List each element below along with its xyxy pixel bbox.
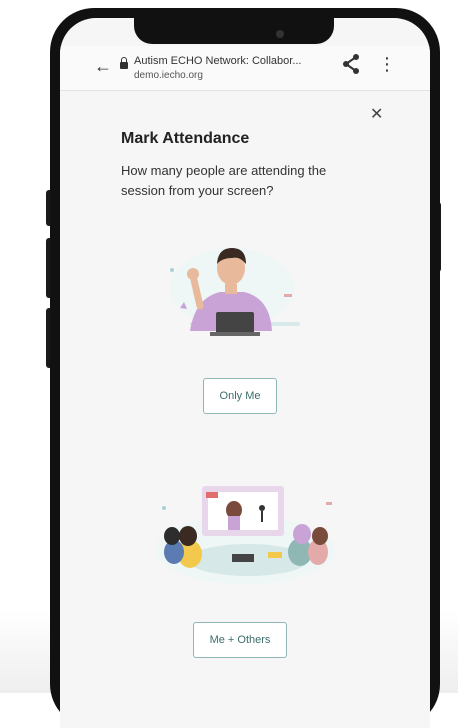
dialog-question: How many people are attending the sessio… <box>121 163 327 198</box>
single-attendee-illustration <box>170 248 300 336</box>
camera <box>276 30 284 38</box>
more-vert-icon[interactable]: ⋮ <box>378 54 396 75</box>
share-icon[interactable] <box>340 52 362 76</box>
phone-screen: ← Autism ECHO Network: Collabor... demo.… <box>60 18 430 728</box>
site-title[interactable]: Autism ECHO Network: Collabor... <box>134 55 324 67</box>
only-me-button[interactable]: Only Me <box>203 378 277 414</box>
browser-url-bar: ← Autism ECHO Network: Collabor... demo.… <box>60 46 430 91</box>
group-attendees-illustration <box>155 486 335 584</box>
me-plus-others-button[interactable]: Me + Others <box>193 622 287 658</box>
phone-frame: ← Autism ECHO Network: Collabor... demo.… <box>50 8 440 728</box>
dialog-title: Mark Attendance <box>121 130 250 147</box>
back-arrow-icon[interactable]: ← <box>94 56 112 77</box>
close-icon[interactable]: ✕ <box>370 104 383 124</box>
site-domain[interactable]: demo.iecho.org <box>134 70 203 81</box>
phone-notch <box>134 8 334 44</box>
lock-icon <box>120 57 128 69</box>
